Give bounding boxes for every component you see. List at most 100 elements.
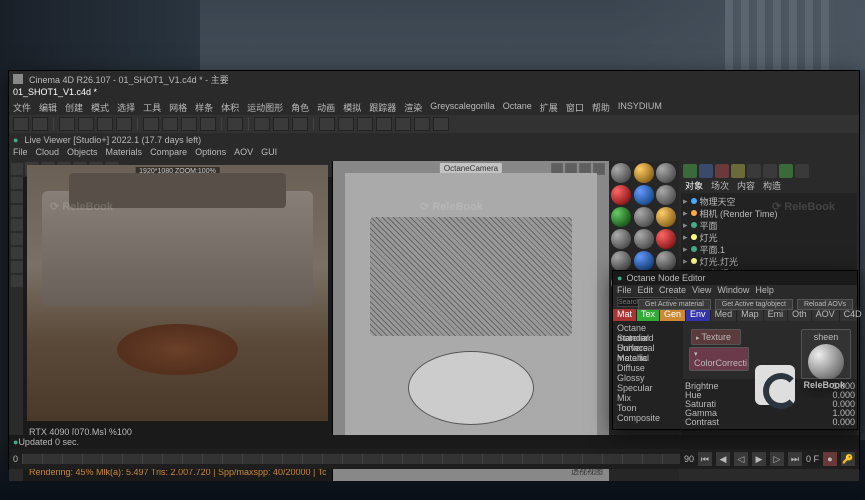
redo-button[interactable]: [32, 117, 48, 131]
menu-mode[interactable]: 模式: [91, 101, 109, 115]
tab-med[interactable]: Med: [711, 309, 738, 321]
render-queue-button[interactable]: [292, 117, 308, 131]
menu-character[interactable]: 角色: [291, 101, 309, 115]
menu-render[interactable]: 渲染: [404, 101, 422, 115]
prop-value[interactable]: 0.000: [832, 417, 855, 426]
point-mode[interactable]: [11, 191, 23, 203]
menu-volume[interactable]: 体积: [221, 101, 239, 115]
current-frame[interactable]: 0 F: [806, 454, 819, 464]
ne-menu-view[interactable]: View: [692, 285, 711, 297]
tab-content[interactable]: 内容: [737, 179, 755, 193]
menu-gsg[interactable]: Greyscalegorilla: [430, 101, 495, 115]
menu-animate[interactable]: 动画: [317, 101, 335, 115]
obj-tool-1[interactable]: [683, 164, 697, 178]
environment-button[interactable]: [395, 117, 411, 131]
tab-aov[interactable]: AOV: [812, 309, 840, 321]
camera-button[interactable]: [414, 117, 430, 131]
undo-button[interactable]: [13, 117, 29, 131]
obj-tool-4[interactable]: [731, 164, 745, 178]
deformer-button[interactable]: [376, 117, 392, 131]
spline-primitive[interactable]: [338, 117, 354, 131]
list-item[interactable]: Mix: [615, 393, 681, 403]
list-item[interactable]: Specular: [615, 383, 681, 393]
object-mode[interactable]: [11, 177, 23, 189]
tab-emi[interactable]: Emi: [764, 309, 789, 321]
menu-edit[interactable]: 编辑: [39, 101, 57, 115]
colorcorrect-node[interactable]: ▾ ColorCorrecti: [689, 347, 749, 371]
ne-menu-help[interactable]: Help: [755, 285, 774, 297]
ne-menu-file[interactable]: File: [617, 285, 632, 297]
menu-simulate[interactable]: 模拟: [343, 101, 361, 115]
model-mode[interactable]: [11, 163, 23, 175]
snap-toggle[interactable]: [11, 261, 23, 273]
select-tool[interactable]: [59, 117, 75, 131]
node-editor-titlebar[interactable]: ● Octane Node Editor: [613, 271, 857, 285]
material-swatch[interactable]: [611, 251, 631, 271]
material-swatch[interactable]: [656, 229, 676, 249]
material-swatch[interactable]: [611, 185, 631, 205]
material-swatch[interactable]: [656, 185, 676, 205]
quantize-toggle[interactable]: [11, 275, 23, 287]
menu-insydium[interactable]: INSYDIUM: [618, 101, 662, 115]
tab-oth[interactable]: Oth: [788, 309, 812, 321]
get-tag-button[interactable]: Get Active tag/object: [715, 299, 793, 310]
lv-menu-aov[interactable]: AOV: [234, 147, 253, 161]
menu-tracker[interactable]: 跟踪器: [369, 101, 396, 115]
prev-frame-button[interactable]: ◀: [716, 452, 730, 466]
list-item[interactable]: Universal material: [615, 343, 681, 353]
list-item[interactable]: Diffuse: [615, 363, 681, 373]
lv-menu-gui[interactable]: GUI: [261, 147, 277, 161]
workplane-mode[interactable]: [11, 247, 23, 259]
material-swatch[interactable]: [634, 163, 654, 183]
menu-mesh[interactable]: 网格: [169, 101, 187, 115]
render-settings-button[interactable]: [273, 117, 289, 131]
history-button[interactable]: [143, 117, 159, 131]
get-material-button[interactable]: Get Active material: [638, 299, 711, 310]
tab-tex[interactable]: Tex: [637, 309, 660, 321]
reload-aov-button[interactable]: Reload AOVs: [797, 299, 853, 310]
play-back-button[interactable]: ◁: [734, 452, 748, 466]
menu-window[interactable]: 窗口: [566, 101, 584, 115]
lv-menu-compare[interactable]: Compare: [150, 147, 187, 161]
tab-env[interactable]: Env: [686, 309, 711, 321]
tab-gen[interactable]: Gen: [660, 309, 686, 321]
material-swatch[interactable]: [656, 207, 676, 227]
obj-tool-7[interactable]: [779, 164, 793, 178]
obj-tool-6[interactable]: [763, 164, 777, 178]
material-swatch[interactable]: [634, 251, 654, 271]
polygon-mode[interactable]: [11, 219, 23, 231]
node-type-list[interactable]: Octane material Standard Surface Univers…: [613, 321, 683, 429]
timeline-start[interactable]: 0: [13, 454, 18, 464]
menu-octane[interactable]: Octane: [503, 101, 532, 115]
autokey-button[interactable]: 🔑: [841, 452, 855, 466]
material-swatch[interactable]: [656, 251, 676, 271]
next-frame-button[interactable]: ▷: [770, 452, 784, 466]
cube-primitive[interactable]: [319, 117, 335, 131]
axis-x-toggle[interactable]: [162, 117, 178, 131]
move-tool[interactable]: [78, 117, 94, 131]
menu-extensions[interactable]: 扩展: [540, 101, 558, 115]
list-item[interactable]: Composite: [615, 413, 681, 423]
menu-select[interactable]: 选择: [117, 101, 135, 115]
wireframe-table[interactable]: [408, 351, 534, 425]
obj-tool-3[interactable]: [715, 164, 729, 178]
obj-tool-5[interactable]: [747, 164, 761, 178]
goto-end-button[interactable]: ⏭: [788, 452, 802, 466]
ne-menu-edit[interactable]: Edit: [638, 285, 654, 297]
edge-mode[interactable]: [11, 205, 23, 217]
material-swatch[interactable]: [611, 229, 631, 249]
timeline-track[interactable]: [22, 454, 680, 464]
scale-tool[interactable]: [97, 117, 113, 131]
axis-y-toggle[interactable]: [181, 117, 197, 131]
material-swatch[interactable]: [656, 163, 676, 183]
material-swatch[interactable]: [634, 185, 654, 205]
rotate-tool[interactable]: [116, 117, 132, 131]
material-swatch[interactable]: [611, 207, 631, 227]
tab-structure[interactable]: 构造: [763, 179, 781, 193]
goto-start-button[interactable]: ⏮: [698, 452, 712, 466]
ne-menu-create[interactable]: Create: [659, 285, 686, 297]
tab-takes[interactable]: 场次: [711, 179, 729, 193]
lv-menu-options[interactable]: Options: [195, 147, 226, 161]
list-item[interactable]: Standard Surface: [615, 333, 681, 343]
timeline-end[interactable]: 90: [684, 454, 694, 464]
